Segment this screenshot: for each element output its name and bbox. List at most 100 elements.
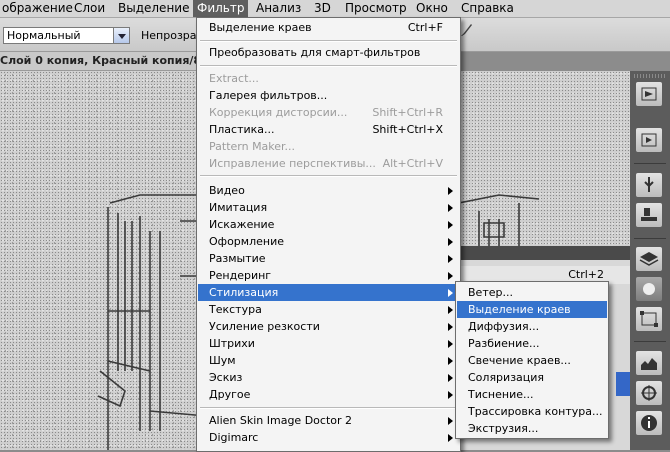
filter-item-distort[interactable]: Искажение [198,216,459,233]
submenu-arrow-icon [448,204,453,212]
submenu-arrow-icon [448,289,453,297]
action-play-icon[interactable] [636,128,662,152]
menu-item-label: Тиснение... [468,388,534,401]
submenu-arrow-icon [448,187,453,195]
filter-item-sharpen[interactable]: Усиление резкости [198,318,459,335]
filter-item-brush-strokes[interactable]: Штрихи [198,335,459,352]
filter-item-liquify[interactable]: Пластика... Shift+Ctrl+X [198,121,459,138]
filter-item-sketch[interactable]: Эскиз [198,369,459,386]
menu-bar: ображение Слои Выделение Фильтр Анализ 3… [0,0,670,18]
menu-filter[interactable]: Фильтр [193,0,249,17]
filter-item-alien-skin[interactable]: Alien Skin Image Doctor 2 [198,412,459,429]
image-canvas-right[interactable] [459,71,630,246]
stylize-item-tiles[interactable]: Разбиение... [457,335,607,352]
submenu-arrow-icon [448,391,453,399]
stylize-item-extrude[interactable]: Экструзия... [457,420,607,437]
filter-item-render[interactable]: Рендеринг [198,267,459,284]
filter-item-video[interactable]: Видео [198,182,459,199]
chevron-down-icon[interactable] [113,28,129,43]
menu-window[interactable]: Окно [412,0,452,17]
layers-icon[interactable] [636,247,662,271]
histogram-icon[interactable] [636,351,662,375]
filter-item-pattern-maker: Pattern Maker... [198,138,459,155]
filter-item-smart-filters[interactable]: Преобразовать для смарт-фильтров [198,44,459,61]
submenu-arrow-icon [448,434,453,442]
filter-item-pixelate[interactable]: Оформление [198,233,459,250]
stylize-item-wind[interactable]: Ветер... [457,284,607,301]
dock-grip[interactable] [634,74,666,78]
stylize-item-solarize[interactable]: Соляризация [457,369,607,386]
menu-item-label: Стилизация [209,286,279,299]
filter-item-texture[interactable]: Текстура [198,301,459,318]
submenu-arrow-icon [448,306,453,314]
menu-separator [200,65,457,67]
filter-item-other[interactable]: Другое [198,386,459,403]
menu-item-label: Преобразовать для смарт-фильтров [209,46,421,59]
usb-icon[interactable] [636,173,662,197]
menu-analysis[interactable]: Анализ [252,0,305,17]
menu-3d[interactable]: 3D [310,0,335,17]
dock-separator [634,238,666,239]
filter-item-digimarc[interactable]: Digimarc [198,429,459,446]
menu-item-label: Трассировка контура... [468,405,603,418]
panel-header[interactable] [459,246,630,260]
filter-menu: Выделение краев Ctrl+F Преобразовать для… [196,17,461,452]
filter-item-artistic[interactable]: Имитация [198,199,459,216]
stamp-icon[interactable] [636,203,662,227]
stylize-submenu: Ветер... Выделение краев Диффузия... Раз… [455,281,609,439]
image-canvas[interactable] [0,71,206,450]
menu-layers[interactable]: Слои [70,0,109,17]
stylize-item-find-edges[interactable]: Выделение краев [457,301,607,318]
blend-mode-select[interactable]: Нормальный [3,27,130,44]
filter-item-gallery[interactable]: Галерея фильтров... [198,87,459,104]
channels-icon[interactable] [636,277,662,301]
filter-item-last[interactable]: Выделение краев Ctrl+F [198,19,459,36]
menu-item-label: Экструзия... [468,422,539,435]
submenu-arrow-icon [448,357,453,365]
menu-image[interactable]: ображение [0,0,77,17]
menu-item-label: Шум [209,354,236,367]
filter-item-lens-correction: Коррекция дисторсии... Shift+Ctrl+R [198,104,459,121]
filter-item-blur[interactable]: Размытие [198,250,459,267]
menu-item-label: Выделение краев [468,303,571,316]
submenu-arrow-icon [448,323,453,331]
menu-view[interactable]: Просмотр [341,0,411,17]
play-icon[interactable] [636,82,662,106]
menu-item-label: Extract... [209,72,259,85]
submenu-arrow-icon [448,255,453,263]
stylize-item-glowing-edges[interactable]: Свечение краев... [457,352,607,369]
dock-separator [634,163,666,164]
menu-item-label: Alien Skin Image Doctor 2 [209,414,353,427]
menu-item-label: Видео [209,184,245,197]
menu-item-label: Текстура [209,303,262,316]
menu-select[interactable]: Выделение [114,0,193,17]
menu-help[interactable]: Справка [457,0,518,17]
submenu-arrow-icon [448,221,453,229]
submenu-arrow-icon [448,417,453,425]
menu-item-shortcut: Shift+Ctrl+R [372,106,443,119]
menu-item-label: Свечение краев... [468,354,571,367]
menu-item-label: Pattern Maker... [209,140,296,153]
stylize-item-diffuse[interactable]: Диффузия... [457,318,607,335]
stylize-item-emboss[interactable]: Тиснение... [457,386,607,403]
stylize-item-trace-contour[interactable]: Трассировка контура... [457,403,607,420]
menu-item-label: Разбиение... [468,337,540,350]
filter-item-noise[interactable]: Шум [198,352,459,369]
document-tab[interactable]: Слой 0 копия, Красный копия/8) * [0,52,216,71]
info-icon[interactable] [636,411,662,435]
menu-item-label: Коррекция дисторсии... [209,106,348,119]
opacity-label: Непрозрач [141,29,204,42]
transform-icon[interactable] [636,307,662,331]
filter-item-stylize[interactable]: Стилизация [198,284,459,301]
canvas-image [97,194,206,450]
menu-item-label: Искажение [209,218,275,231]
document-title: Слой 0 копия, Красный копия/8) * [0,54,216,67]
canvas-image-right [459,194,540,246]
menu-separator [200,40,457,42]
panel-shortcut: Ctrl+2 [568,268,604,281]
menu-separator [200,407,457,409]
navigator-icon[interactable] [636,381,662,405]
menu-item-label: Digimarc [209,431,259,444]
dock-separator [634,341,666,342]
menu-item-label: Штрихи [209,337,255,350]
